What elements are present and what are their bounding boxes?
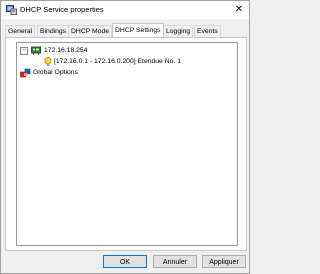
window-title: DHCP Service properties bbox=[20, 5, 104, 14]
ok-button[interactable]: OK bbox=[103, 255, 147, 268]
tree-collapse-toggle[interactable]: − bbox=[20, 47, 28, 55]
tab-strip: General Bindings DHCP Mode DHCP Settings… bbox=[5, 23, 245, 37]
tab-logging[interactable]: Logging bbox=[163, 25, 194, 37]
tree-node-scope[interactable]: [172.16.0.1 - 172.16.0.200] Etendue No. … bbox=[54, 57, 181, 67]
tab-bindings[interactable]: Bindings bbox=[37, 25, 70, 37]
settings-tree[interactable]: − 172.16.18.254 [172.16.0.1 - 172.16.0.2… bbox=[16, 42, 238, 246]
tree-node-global-options[interactable]: Global Options bbox=[33, 68, 78, 78]
tab-general[interactable]: General bbox=[5, 25, 36, 37]
network-server-icon bbox=[6, 5, 17, 15]
button-bar: OK Annuler Appliquer bbox=[1, 253, 249, 273]
lightbulb-icon bbox=[44, 57, 52, 66]
dialog-window: DHCP Service properties ✕ General Bindin… bbox=[0, 0, 250, 274]
tab-dhcp-mode[interactable]: DHCP Mode bbox=[68, 25, 113, 37]
tab-panel-dhcp-settings: − 172.16.18.254 [172.16.0.1 - 172.16.0.2… bbox=[5, 37, 247, 251]
global-options-icon bbox=[20, 68, 31, 78]
apply-button[interactable]: Appliquer bbox=[202, 255, 246, 268]
tab-dhcp-settings[interactable]: DHCP Settings bbox=[112, 23, 164, 37]
cancel-button[interactable]: Annuler bbox=[153, 255, 197, 268]
close-icon[interactable]: ✕ bbox=[233, 4, 245, 16]
title-bar[interactable]: DHCP Service properties ✕ bbox=[1, 1, 249, 19]
tree-node-interface[interactable]: 172.16.18.254 bbox=[44, 46, 87, 56]
network-adapter-icon bbox=[31, 46, 41, 55]
tab-events[interactable]: Events bbox=[194, 25, 221, 37]
